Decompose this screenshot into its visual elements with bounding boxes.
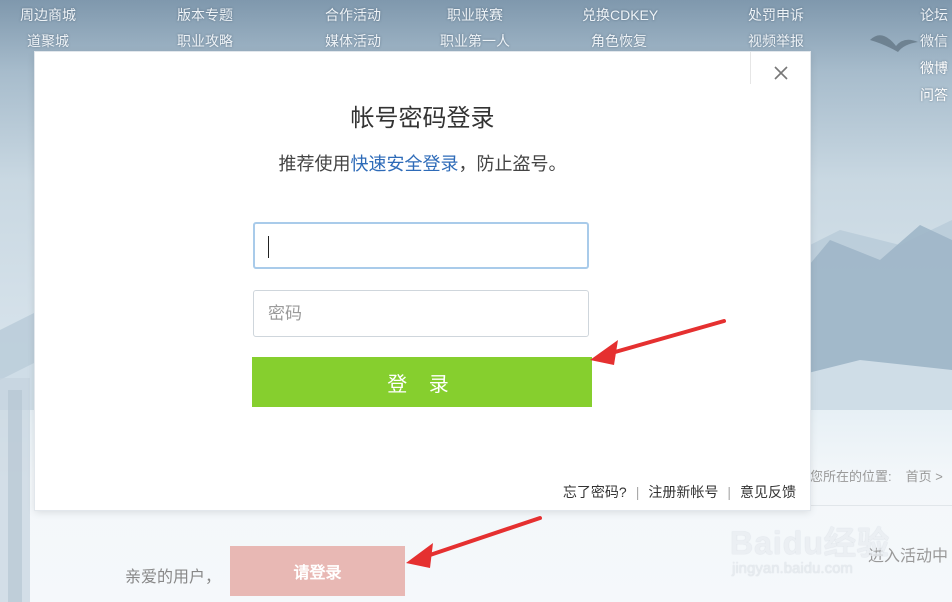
login-button[interactable]: 登 录 [252, 357, 592, 407]
text-cursor [268, 236, 269, 258]
baidu-jingyan-watermark: Baidu经验 jingyan.baidu.com [730, 518, 890, 577]
forgot-password-link[interactable]: 忘了密码? [563, 482, 627, 502]
nav-item-merch-store[interactable]: 周边商城 [20, 5, 76, 25]
dialog-subtitle: 推荐使用快速安全登录，防止盗号。 [35, 150, 810, 176]
nav-item-pro-league[interactable]: 职业联赛 [447, 5, 503, 25]
breadcrumb: 您所在的位置: 首页 > [810, 466, 943, 485]
feedback-link[interactable]: 意见反馈 [740, 482, 796, 502]
close-divider [750, 52, 751, 84]
greeting-text: 亲爱的用户， [125, 569, 222, 586]
account-field[interactable] [253, 222, 589, 269]
login-dialog: 帐号密码登录 推荐使用快速安全登录，防止盗号。 登 录 忘了密码? | 注册新帐… [35, 52, 810, 510]
nav-item-partner-events[interactable]: 合作活动 [325, 5, 381, 25]
nav-item-version-topic[interactable]: 版本专题 [177, 5, 233, 25]
please-login-button[interactable]: 请登录 [230, 546, 405, 596]
nav-item-character-restore[interactable]: 角色恢复 [591, 31, 647, 51]
dialog-title: 帐号密码登录 [350, 105, 495, 132]
nav-item-video-report[interactable]: 视频举报 [748, 31, 804, 51]
close-button[interactable] [766, 58, 796, 88]
breadcrumb-home-link[interactable]: 首页 > [906, 469, 943, 484]
nav-item-forum[interactable]: 论坛 [920, 5, 948, 25]
link-separator: | [635, 484, 640, 500]
password-field[interactable] [253, 290, 589, 337]
account-input[interactable] [255, 224, 587, 267]
link-separator: | [727, 484, 731, 500]
top-nav: 周边商城 版本专题 合作活动 职业联赛 兑换CDKEY 处罚申诉 论坛 道聚城 … [0, 0, 952, 52]
nav-item-class-guide[interactable]: 职业攻略 [177, 31, 233, 51]
nav-item-media-events[interactable]: 媒体活动 [325, 31, 381, 51]
nav-item-daojucheng[interactable]: 道聚城 [27, 31, 69, 51]
nav-item-class-top-player[interactable]: 职业第一人 [440, 31, 510, 51]
dialog-footer-links: 忘了密码? | 注册新帐号 | 意见反馈 [563, 482, 796, 502]
password-input[interactable] [254, 291, 588, 336]
breadcrumb-label: 您所在的位置: [810, 469, 892, 484]
register-link[interactable]: 注册新帐号 [648, 482, 718, 502]
side-link-qa[interactable]: 问答 [920, 85, 948, 105]
watermark-brand: Baidu经验 [730, 525, 890, 561]
quick-secure-login-link[interactable]: 快速安全登录 [351, 154, 459, 174]
subtitle-prefix: 推荐使用 [278, 154, 351, 174]
subtitle-suffix: ，防止盗号。 [458, 154, 567, 174]
nav-item-redeem-cdkey[interactable]: 兑换CDKEY [582, 5, 658, 25]
side-link-weibo[interactable]: 微博 [920, 58, 948, 78]
close-icon [774, 66, 788, 80]
nav-item-wechat[interactable]: 微信 [920, 31, 948, 51]
nav-item-penalty-appeal[interactable]: 处罚申诉 [748, 5, 804, 25]
divider [810, 505, 952, 506]
